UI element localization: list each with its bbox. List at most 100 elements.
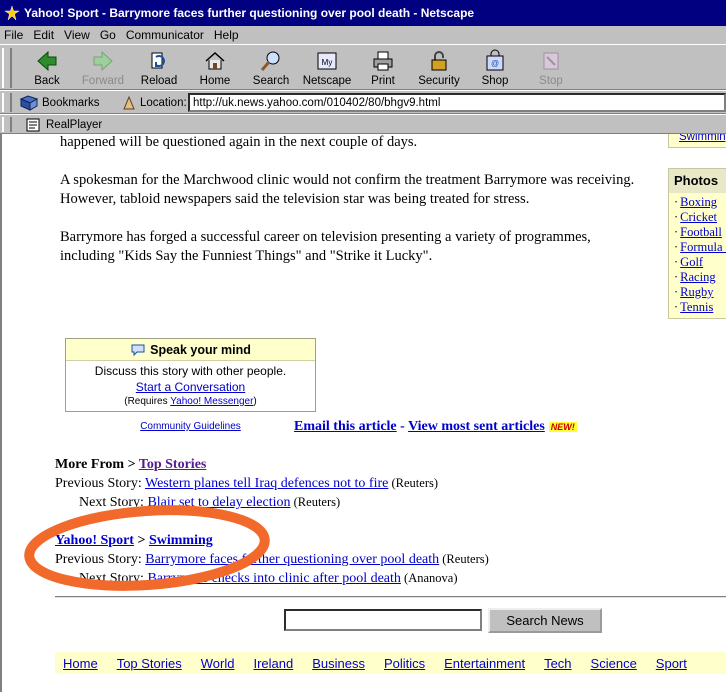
personal-toolbar: RealPlayer — [0, 114, 726, 134]
nav-sport[interactable]: Sport — [656, 656, 687, 671]
reload-icon — [151, 52, 165, 69]
speak-header: Speak your mind — [66, 339, 315, 361]
more-prev-story-row: Previous Story: Western planes tell Iraq… — [55, 476, 439, 491]
article-paragraph-1: A spokesman for the Marchwood clinic wou… — [60, 172, 635, 207]
photos-list: ·Boxing ·Cricket ·Football ·Formula One … — [674, 195, 726, 315]
home-icon — [205, 51, 225, 70]
nav-science[interactable]: Science — [591, 656, 637, 671]
email-row: Email this article - View most sent arti… — [294, 419, 577, 434]
url-field[interactable] — [188, 93, 726, 112]
forward-arrow-icon — [93, 50, 113, 72]
photos-link-rugby[interactable]: Rugby — [680, 285, 713, 299]
more-prev-story-link[interactable]: Western planes tell Iraq defences not to… — [145, 476, 388, 491]
location-label: Location: — [122, 94, 187, 112]
menu-edit[interactable]: Edit — [33, 28, 54, 42]
more-from-row: More From > Top Stories — [55, 457, 207, 472]
photos-link-boxing[interactable]: Boxing — [680, 195, 717, 209]
nav-home[interactable]: Home — [63, 656, 98, 671]
window-title: Yahoo! Sport - Barrymore faces further q… — [24, 6, 475, 20]
photos-item: · Football — [674, 225, 722, 239]
news-search-input[interactable] — [284, 609, 482, 631]
community-guidelines-link[interactable]: Community Guidelines — [140, 421, 241, 432]
photos-link-racing[interactable]: Racing — [680, 270, 715, 284]
personal-grip[interactable] — [2, 117, 12, 132]
menu-go[interactable]: Go — [100, 28, 116, 42]
nav-tech[interactable]: Tech — [544, 656, 571, 671]
nav-entertainment[interactable]: Entertainment — [444, 656, 525, 671]
security-button[interactable]: Security — [411, 47, 467, 89]
new-badge: NEW! — [548, 421, 577, 432]
back-button[interactable]: Back — [19, 47, 75, 89]
printer-icon — [373, 51, 393, 71]
realplayer-button[interactable]: RealPlayer — [26, 116, 102, 133]
search-button[interactable]: Search — [243, 47, 299, 89]
photos-link-cricket[interactable]: Cricket — [680, 210, 717, 224]
email-article-link[interactable]: Email this article — [294, 419, 397, 434]
menu-help[interactable]: Help — [214, 28, 239, 42]
annotation-ellipse — [24, 505, 270, 591]
nav-top-stories[interactable]: Top Stories — [117, 656, 182, 671]
requires-note: (Requires Yahoo! Messenger) — [124, 396, 257, 407]
menu-file[interactable]: File — [4, 28, 23, 42]
window-title-bar: Yahoo! Sport - Barrymore faces further q… — [0, 0, 726, 26]
yahoo-messenger-link[interactable]: Yahoo! Messenger — [170, 396, 253, 407]
nav-ireland[interactable]: Ireland — [253, 656, 293, 671]
shop-bag-icon: @ — [486, 49, 504, 71]
stop-button[interactable]: Stop — [523, 47, 579, 89]
bookmarks-icon — [20, 95, 38, 111]
page-content: happened will be questioned again in the… — [0, 134, 726, 692]
photos-item: · Racing — [674, 270, 716, 284]
shop-button[interactable]: @ Shop — [467, 47, 523, 89]
speech-bubble-icon — [131, 344, 145, 356]
svg-text:@: @ — [491, 59, 499, 68]
back-arrow-icon — [37, 50, 57, 72]
photos-item: ·Formula One — [674, 240, 726, 255]
photos-box: Photos · Boxing · Cricket · Football · Formu… — [668, 168, 726, 319]
article-paragraph-2: Barrymore has forged a successful career… — [60, 229, 591, 264]
photos-link-tennis[interactable]: Tennis — [680, 300, 713, 314]
photos-link-football[interactable]: Football — [680, 225, 722, 239]
reload-button[interactable]: Reload — [131, 47, 187, 89]
location-toolbar: Bookmarks Location: — [0, 90, 726, 114]
svg-text:My: My — [322, 58, 333, 67]
menu-communicator[interactable]: Communicator — [126, 28, 204, 42]
most-sent-link[interactable]: View most sent articles — [408, 419, 545, 434]
photos-item: · Tennis — [674, 300, 714, 314]
sidebar-top-box: Swimming — [668, 134, 726, 148]
sidebar-swimming-link[interactable]: Swimming — [679, 134, 726, 143]
photos-item: · Rugby — [674, 285, 714, 299]
search-news-button[interactable]: Search News — [488, 608, 602, 633]
nav-politics[interactable]: Politics — [384, 656, 425, 671]
start-conversation-link[interactable]: Start a Conversation — [136, 380, 245, 394]
photos-title: Photos — [669, 169, 726, 193]
speak-body: Discuss this story with other people. St… — [66, 363, 315, 435]
print-button[interactable]: Print — [355, 47, 411, 89]
speak-your-mind-box: Speak your mind Discuss this story with … — [65, 338, 316, 432]
document-icon — [26, 118, 40, 131]
bottom-nav: Home Top Stories World Ireland Business … — [55, 652, 726, 674]
photos-item: · Cricket — [674, 210, 717, 224]
my-netscape-icon: My — [317, 52, 337, 70]
netscape-button[interactable]: My Netscape — [299, 47, 355, 89]
article-paragraph-end: happened will be questioned again in the… — [60, 134, 418, 150]
top-stories-link[interactable]: Top Stories — [139, 457, 207, 472]
netscape-logo-icon — [4, 5, 20, 21]
photos-link-formula-one[interactable]: Formula One — [680, 240, 726, 254]
photos-link-golf[interactable]: Golf — [680, 255, 703, 269]
photos-item: · Golf — [674, 255, 704, 269]
toolbar-grip[interactable] — [2, 48, 12, 88]
nav-world[interactable]: World — [201, 656, 235, 671]
navigation-toolbar: Back Forward Reload Home Search My Netsc… — [0, 44, 726, 90]
bookmarks-button[interactable]: Bookmarks — [20, 94, 100, 112]
photos-item: · Boxing — [674, 195, 717, 209]
padlock-icon — [431, 51, 447, 71]
location-grip[interactable] — [2, 93, 12, 112]
forward-button[interactable]: Forward — [75, 47, 131, 89]
page-proxy-icon[interactable] — [122, 95, 136, 111]
divider — [55, 596, 726, 598]
stop-icon — [543, 52, 559, 70]
home-button[interactable]: Home — [187, 47, 243, 89]
nav-business[interactable]: Business — [312, 656, 365, 671]
search-icon — [260, 51, 280, 71]
menu-view[interactable]: View — [64, 28, 90, 42]
